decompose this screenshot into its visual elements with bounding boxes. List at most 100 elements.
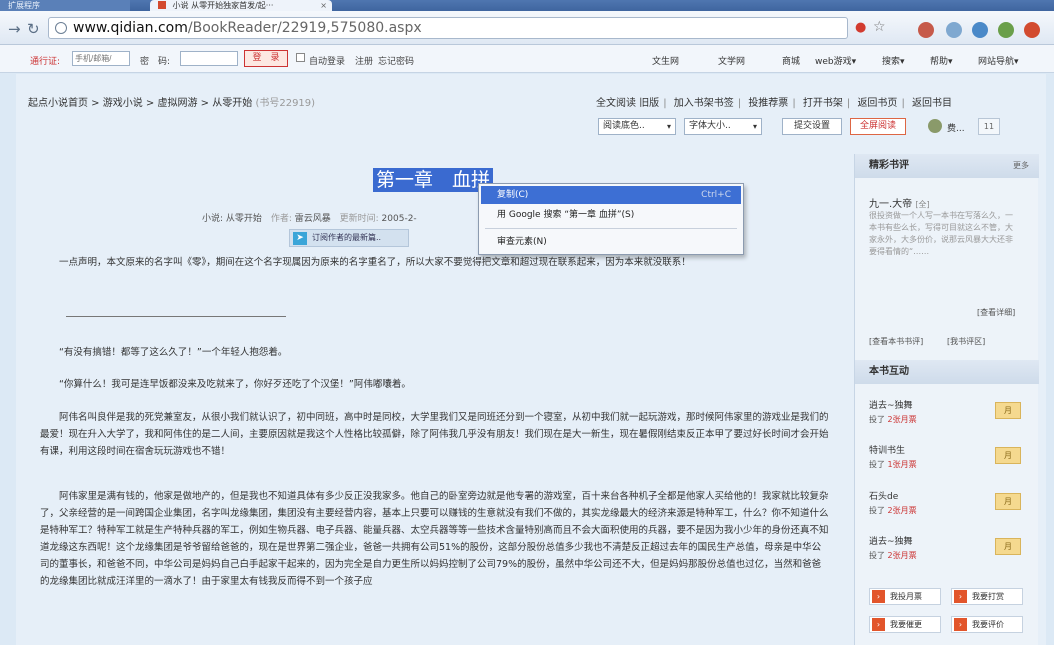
gold-label[interactable]: 费... xyxy=(947,121,965,134)
meta-author-label: 作者: xyxy=(270,214,292,224)
my-review-link[interactable]: [我书评区] xyxy=(947,336,985,347)
username-input[interactable] xyxy=(72,51,130,66)
breadcrumb-link[interactable]: 从零开始 xyxy=(212,98,252,109)
context-menu: 复制(C) Ctrl+C 用 Google 搜索 “第一章 血拼”(S) 审查元… xyxy=(478,183,744,255)
url-host: www.qidian.com xyxy=(73,20,188,36)
extension-icon[interactable] xyxy=(918,22,934,38)
site-login-bar: 通行证: 密 码: 登 录 自动登录 注册 忘记密码 文生网 文学网 商城 we… xyxy=(0,45,1054,73)
ext-red-icon[interactable]: ● xyxy=(855,20,866,35)
full-read-link[interactable]: 全文阅读 xyxy=(596,98,636,109)
forgot-password-link[interactable]: 忘记密码 xyxy=(378,54,414,67)
back-to-toc-link[interactable]: 返回书目 xyxy=(912,98,952,109)
meta-book-link[interactable]: 从零开始 xyxy=(226,214,262,224)
chapter-paragraph: 阿伟家里是满有钱的，他家是做地产的，但是我也不知道具体有多少反正没我家多。他自己… xyxy=(40,491,829,587)
site-link[interactable]: 商城 xyxy=(782,54,800,67)
add-bookshelf-link[interactable]: 加入书架书签 xyxy=(674,98,734,109)
fan-name[interactable]: 石头de xyxy=(869,491,917,504)
reader-top-links: 全文阅读 旧版 | 加入书架书签 | 投推荐票 | 打开书架 | 返回书页 | 返回书目 xyxy=(596,98,952,109)
forward-icon[interactable]: → xyxy=(8,20,21,38)
tab-novel-reader[interactable]: 小说 从零开始独家首发/起··· × xyxy=(150,0,332,11)
fan-votes: 1张月票 xyxy=(887,460,917,469)
fan-action: 投了 xyxy=(869,551,885,560)
submit-settings-button[interactable]: 提交设置 xyxy=(782,118,842,135)
tip-button[interactable]: › 我要打赏 xyxy=(951,588,1023,605)
recommend-vote-link[interactable]: 投推荐票 xyxy=(748,98,788,109)
site-link[interactable]: 文学网 xyxy=(718,54,745,67)
meta-time-label: 更新时间: xyxy=(339,214,379,224)
urge-update-button[interactable]: › 我要催更 xyxy=(869,616,941,633)
context-menu-google-search[interactable]: 用 Google 搜索 “第一章 血拼”(S) xyxy=(481,206,741,224)
context-menu-copy[interactable]: 复制(C) Ctrl+C xyxy=(481,186,741,204)
meta-book-label: 小说: xyxy=(202,214,224,224)
bg-color-select-value: 阅读底色.. xyxy=(603,121,645,131)
open-bookshelf-link[interactable]: 打开书架 xyxy=(803,98,843,109)
reload-icon[interactable]: ↻ xyxy=(27,20,40,38)
old-version-link[interactable]: 旧版 xyxy=(639,98,659,109)
fan-action: 投了 xyxy=(869,415,885,424)
site-link[interactable]: 网站导航▾ xyxy=(978,54,1019,67)
meta-author-link[interactable]: 雷云风暴 xyxy=(295,214,331,224)
inspect-label: 审查元素(N) xyxy=(497,237,547,247)
menu-divider xyxy=(485,228,737,229)
subscribe-author-label: 订阅作者的最新篇.. xyxy=(312,233,382,242)
fullscreen-read-button[interactable]: 全屏阅读 xyxy=(850,118,906,135)
arrow-right-icon: › xyxy=(872,590,885,603)
extension-icon[interactable] xyxy=(1024,22,1040,38)
site-link[interactable]: 文生网 xyxy=(652,54,679,67)
copy-label: 复制(C) xyxy=(497,190,529,200)
chapter-paragraph: “你算什么！我可是连早饭都没来及吃就来了，你好歹还吃了个汉堡！”阿伟嘟囔着。 xyxy=(59,379,411,390)
extension-icon[interactable] xyxy=(998,22,1014,38)
chapter-paragraph: 阿伟名叫良伴是我的死党兼室友，从很小我们就认识了，初中同班，高中时是同校，大学里… xyxy=(40,412,829,457)
tab-extensions[interactable]: 扩展程序 xyxy=(0,0,130,11)
vote-button[interactable]: 月 xyxy=(995,493,1021,510)
register-link[interactable]: 注册 xyxy=(355,54,373,67)
auto-login-checkbox[interactable] xyxy=(296,53,305,62)
review-title[interactable]: 九一.大帝 [全] xyxy=(869,195,930,210)
coin-icon xyxy=(928,119,942,133)
vote-button[interactable]: 月 xyxy=(995,447,1021,464)
fan-name[interactable]: 特训书生 xyxy=(869,445,917,458)
vote-button[interactable]: 月 xyxy=(995,402,1021,419)
rate-button[interactable]: › 我要评价 xyxy=(951,616,1023,633)
fan-name[interactable]: 逍去~独舞 xyxy=(869,536,917,549)
bookmark-star-icon[interactable]: ☆ xyxy=(873,19,886,35)
fan-entry: 石头de 投了 2张月票 xyxy=(869,491,917,517)
login-button[interactable]: 登 录 xyxy=(244,50,288,67)
review-detail-link[interactable]: [查看详细] xyxy=(977,307,1015,318)
back-to-book-link[interactable]: 返回书页 xyxy=(857,98,897,109)
chapter-paragraph: “有没有搞错！都等了这么久了！”一个年轻人抱怨着。 xyxy=(59,347,288,358)
vote-button[interactable]: 月 xyxy=(995,538,1021,555)
fan-entry: 特训书生 投了 1张月票 xyxy=(869,445,917,471)
divider xyxy=(66,316,286,317)
close-tab-icon[interactable]: × xyxy=(320,0,327,11)
tab-label: 小说 从零开始独家首发/起··· xyxy=(172,1,274,10)
fan-action: 投了 xyxy=(869,460,885,469)
address-bar[interactable]: www.qidian.com/BookReader/22919,575080.a… xyxy=(48,17,848,39)
font-size-select[interactable]: 字体大小.. ▾ xyxy=(684,118,762,135)
extension-icon[interactable] xyxy=(972,22,988,38)
chapter-paragraph: 一点声明，本文原来的名字叫《零》，期间在这个名字现属因为原来的名字重名了，所以大… xyxy=(59,257,691,268)
password-input[interactable] xyxy=(180,51,238,66)
interaction-header-title: 本书互动 xyxy=(869,366,909,377)
site-link[interactable]: 搜索▾ xyxy=(882,54,905,67)
chevron-down-icon: ▾ xyxy=(666,122,671,131)
review-view-all-link[interactable]: [查看本书书评] xyxy=(869,336,923,347)
site-link[interactable]: 帮助▾ xyxy=(930,54,953,67)
site-link[interactable]: web游戏▾ xyxy=(815,54,856,67)
reviews-more-link[interactable]: 更多 xyxy=(1013,154,1029,178)
fan-name[interactable]: 逍去~独舞 xyxy=(869,400,917,413)
subscribe-author-button[interactable]: ➤ 订阅作者的最新篇.. xyxy=(289,229,409,247)
breadcrumb-link[interactable]: 起点小说首页 xyxy=(28,98,88,109)
review-author: 九一.大帝 xyxy=(869,199,913,210)
breadcrumb-link[interactable]: 虚拟网游 xyxy=(158,98,198,109)
vote-monthly-button[interactable]: › 我投月票 xyxy=(869,588,941,605)
bg-color-select[interactable]: 阅读底色.. ▾ xyxy=(598,118,676,135)
fan-votes: 2张月票 xyxy=(887,415,917,424)
context-menu-inspect[interactable]: 审查元素(N) xyxy=(481,233,741,251)
urge-update-label: 我要催更 xyxy=(890,620,922,629)
book-number: (书号22919) xyxy=(255,98,316,109)
rate-label: 我要评价 xyxy=(972,620,1004,629)
breadcrumb-link[interactable]: 游戏小说 xyxy=(103,98,143,109)
extension-icon[interactable] xyxy=(946,22,962,38)
font-size-box[interactable]: 11 xyxy=(978,118,1000,135)
